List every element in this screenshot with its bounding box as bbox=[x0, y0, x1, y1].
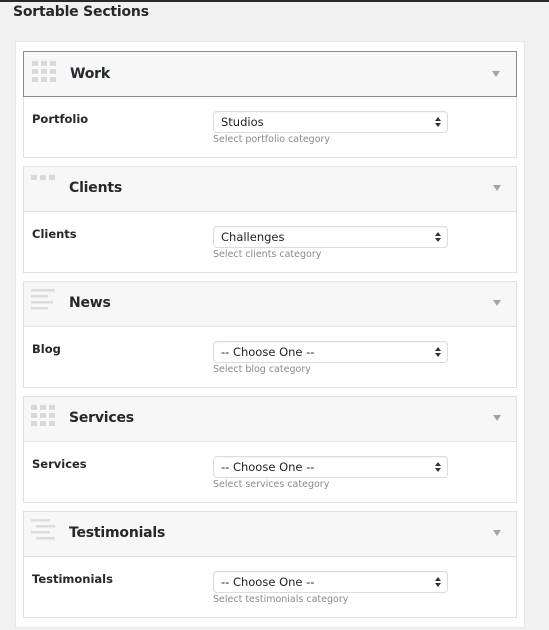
select-arrows-icon bbox=[435, 232, 441, 243]
clients-category-select[interactable]: Challenges bbox=[213, 226, 448, 248]
section-title: Testimonials bbox=[69, 525, 166, 541]
section-header-services[interactable]: Services bbox=[24, 397, 516, 442]
grid-icon[interactable] bbox=[31, 403, 59, 429]
section-title: Clients bbox=[69, 180, 122, 196]
select-value: -- Choose One -- bbox=[221, 575, 315, 589]
select-arrows-icon bbox=[435, 462, 441, 473]
services-category-select[interactable]: -- Choose One -- bbox=[213, 456, 448, 478]
field-label-services: Services bbox=[32, 457, 87, 471]
field-label-portfolio: Portfolio bbox=[32, 112, 89, 126]
dots-row-icon[interactable] bbox=[31, 173, 59, 199]
section-clients[interactable]: Clients Clients Challenges Select client… bbox=[23, 166, 517, 273]
lines-right-icon[interactable] bbox=[31, 518, 59, 544]
field-label-testimonials: Testimonials bbox=[32, 572, 113, 586]
section-header-clients[interactable]: Clients bbox=[24, 167, 516, 212]
collapse-toggle-icon[interactable] bbox=[493, 185, 501, 191]
section-title: Work bbox=[70, 66, 110, 82]
testimonials-category-select[interactable]: -- Choose One -- bbox=[213, 571, 448, 593]
field-label-clients: Clients bbox=[32, 227, 77, 241]
help-text: Select portfolio category bbox=[213, 134, 331, 145]
help-text: Select blog category bbox=[213, 364, 311, 375]
section-body: Testimonials -- Choose One -- Select tes… bbox=[24, 557, 516, 617]
section-header-work[interactable]: Work bbox=[23, 51, 517, 97]
portfolio-category-select[interactable]: Studios bbox=[213, 111, 448, 133]
collapse-toggle-icon[interactable] bbox=[493, 530, 501, 536]
section-body: Services -- Choose One -- Select service… bbox=[24, 442, 516, 502]
select-value: -- Choose One -- bbox=[221, 345, 315, 359]
select-value: -- Choose One -- bbox=[221, 460, 315, 474]
blog-category-select[interactable]: -- Choose One -- bbox=[213, 341, 448, 363]
sortable-sections-panel: Work Portfolio Studios Select portfolio … bbox=[15, 41, 525, 628]
section-work[interactable]: Work Portfolio Studios Select portfolio … bbox=[23, 51, 517, 158]
section-body: Blog -- Choose One -- Select blog catego… bbox=[24, 327, 516, 387]
section-body: Clients Challenges Select clients catego… bbox=[24, 212, 516, 272]
section-testimonials[interactable]: Testimonials Testimonials -- Choose One … bbox=[23, 511, 517, 618]
select-arrows-icon bbox=[435, 347, 441, 358]
grid-icon[interactable] bbox=[32, 59, 60, 85]
page-title: Sortable Sections bbox=[13, 4, 149, 20]
section-news[interactable]: News Blog -- Choose One -- Select blog c… bbox=[23, 281, 517, 388]
section-services[interactable]: Services Services -- Choose One -- Selec… bbox=[23, 396, 517, 503]
section-title: News bbox=[69, 295, 111, 311]
select-value: Studios bbox=[221, 115, 264, 129]
section-header-news[interactable]: News bbox=[24, 282, 516, 327]
help-text: Select services category bbox=[213, 479, 330, 490]
lines-left-icon[interactable] bbox=[31, 288, 59, 314]
section-title: Services bbox=[69, 410, 134, 426]
section-body: Portfolio Studios Select portfolio categ… bbox=[24, 97, 516, 157]
collapse-toggle-icon[interactable] bbox=[492, 71, 500, 77]
select-value: Challenges bbox=[221, 230, 285, 244]
select-arrows-icon bbox=[435, 117, 441, 128]
collapse-toggle-icon[interactable] bbox=[493, 300, 501, 306]
help-text: Select clients category bbox=[213, 249, 322, 260]
section-header-testimonials[interactable]: Testimonials bbox=[24, 512, 516, 557]
collapse-toggle-icon[interactable] bbox=[493, 415, 501, 421]
select-arrows-icon bbox=[435, 577, 441, 588]
field-label-blog: Blog bbox=[32, 342, 61, 356]
help-text: Select testimonials category bbox=[213, 594, 349, 605]
